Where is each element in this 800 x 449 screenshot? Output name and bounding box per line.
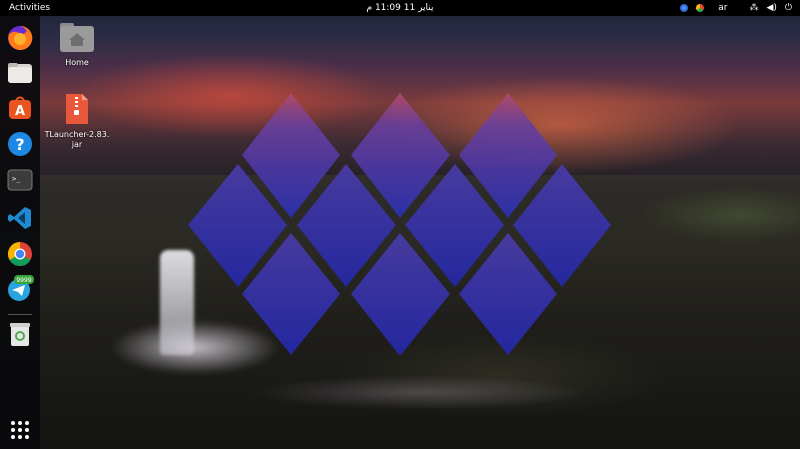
svg-text:>_: >_	[12, 175, 21, 183]
network-icon[interactable]: ⁂	[749, 0, 758, 16]
folder-icon[interactable]	[6, 59, 34, 87]
volume-icon[interactable]: ◀)	[766, 0, 776, 16]
svg-text:A: A	[15, 104, 25, 119]
svg-text:?: ?	[15, 135, 24, 154]
software-store-icon[interactable]: A	[6, 94, 34, 122]
clock-button[interactable]: يناير 11 11:09 م	[367, 0, 434, 16]
firefox-icon[interactable]	[6, 24, 34, 52]
vscode-icon[interactable]	[6, 204, 34, 232]
home-folder-icon	[60, 23, 94, 52]
chrome-icon[interactable]	[6, 240, 34, 268]
chrome-tray-icon[interactable]	[680, 4, 689, 12]
wallpaper-diamond-logo	[188, 93, 611, 356]
desktop-home-folder[interactable]: Home	[37, 21, 117, 68]
system-tray[interactable]: ar ⁂ ◀) ⏻	[680, 0, 792, 16]
telegram-badge: 9999	[16, 277, 31, 284]
screenshot-tray-icon[interactable]	[696, 4, 705, 12]
terminal-icon[interactable]: >_	[6, 166, 34, 194]
jar-file-label: TLauncher-2.83. jar	[44, 130, 110, 149]
dock-separator	[8, 314, 32, 315]
help-icon[interactable]: ?	[6, 130, 34, 158]
dock: A ? >_ 9999	[0, 16, 40, 449]
top-bar: Activities يناير 11 11:09 م ar ⁂ ◀) ⏻	[0, 0, 800, 16]
activities-button[interactable]: Activities	[9, 0, 50, 16]
trash-icon[interactable]	[6, 320, 34, 348]
desktop-jar-file[interactable]: TLauncher-2.83. jar	[37, 93, 117, 150]
power-icon[interactable]: ⏻	[785, 0, 792, 16]
app-grid-icon[interactable]	[6, 416, 34, 444]
language-indicator[interactable]: ar	[718, 0, 727, 16]
telegram-icon[interactable]: 9999	[6, 274, 34, 302]
archive-file-icon	[66, 94, 88, 124]
home-label: Home	[65, 58, 89, 67]
